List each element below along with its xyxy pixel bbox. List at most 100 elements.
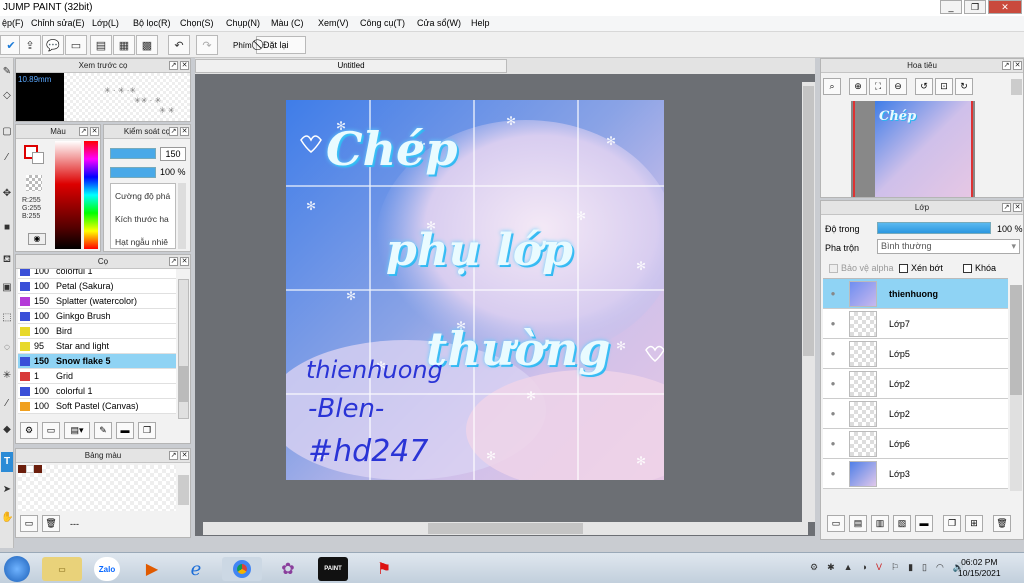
redo-button[interactable]: ↷ xyxy=(196,35,218,55)
layout-icon[interactable]: ▦ xyxy=(113,35,135,55)
undock-icon[interactable]: ↗ xyxy=(169,451,178,460)
reset-button[interactable]: ⃠ Đặt lại xyxy=(256,36,306,54)
zoom-in-icon[interactable]: ⊕ xyxy=(849,78,867,95)
panel-close-icon[interactable]: ✕ xyxy=(1013,203,1022,212)
fit-icon[interactable]: ⛶ xyxy=(869,78,887,95)
horizontal-scroll-thumb[interactable] xyxy=(428,523,583,534)
undock-icon[interactable]: ↗ xyxy=(169,257,178,266)
pen-tool-icon[interactable]: ✎ xyxy=(1,62,13,82)
magic-wand-icon[interactable]: ✳ xyxy=(1,366,13,386)
undock-icon[interactable]: ↗ xyxy=(1002,61,1011,70)
lock-checkbox[interactable]: Khóa xyxy=(963,263,996,273)
panel-close-icon[interactable]: ✕ xyxy=(180,451,189,460)
zoom-out-icon[interactable]: ⊖ xyxy=(889,78,907,95)
brush-item[interactable]: 100 Ginkgo Brush xyxy=(18,309,176,324)
undock-icon[interactable]: ↗ xyxy=(169,127,178,136)
menu-window[interactable]: Cửa sổ(W) xyxy=(417,18,461,28)
opacity-slider[interactable] xyxy=(110,167,156,178)
eyedropper-icon[interactable]: ⁄ xyxy=(1,394,13,414)
message-icon[interactable]: ▭ xyxy=(65,35,87,55)
brush-item[interactable]: 95 Star and light xyxy=(18,339,176,354)
menu-help[interactable]: Help xyxy=(471,18,490,28)
layer-visibility-icon[interactable]: ● xyxy=(823,319,843,328)
palette-new-icon[interactable]: ▭ xyxy=(20,515,38,532)
reset-view-icon[interactable]: ⊡ xyxy=(935,78,953,95)
fill-tool-icon[interactable]: ■ xyxy=(1,218,13,238)
navigator-preview[interactable]: Chép xyxy=(851,101,975,197)
grid-icon[interactable]: ▩ xyxy=(136,35,158,55)
delete-layer-icon[interactable]: 🗑 xyxy=(993,515,1011,532)
rotate-right-icon[interactable]: ↻ xyxy=(955,78,973,95)
comment-icon[interactable]: 💬 xyxy=(42,35,64,55)
lasso-tool-icon[interactable]: ◌ xyxy=(1,338,13,358)
tray-settings-icon[interactable]: ◑ xyxy=(862,562,867,573)
stamp-tool-icon[interactable]: ◆ xyxy=(1,420,13,440)
background-color-swatch[interactable] xyxy=(32,152,44,164)
layer-visibility-icon[interactable]: ● xyxy=(823,349,843,358)
brush-list-scrollbar[interactable] xyxy=(178,279,189,419)
hand-tool-icon[interactable]: ✋ xyxy=(1,508,13,528)
tray-expand-icon[interactable]: ▲ xyxy=(844,562,853,573)
layer-row[interactable]: ● Lớp6 xyxy=(823,429,1008,459)
menu-color[interactable]: Màu (C) xyxy=(271,18,304,28)
color-mode-button[interactable]: ◉ xyxy=(28,233,46,245)
panel-close-icon[interactable]: ✕ xyxy=(180,61,189,70)
brush-duplicate-icon[interactable]: ❐ xyxy=(138,422,156,439)
layer-visibility-icon[interactable]: ● xyxy=(823,439,843,448)
eraser-tool-icon[interactable]: ◇ xyxy=(1,86,13,106)
brush-item[interactable]: 1 Grid xyxy=(18,369,176,384)
text-tool-icon[interactable]: T xyxy=(1,452,13,472)
wifi-icon[interactable]: ◠ xyxy=(936,562,944,573)
internet-explorer-icon[interactable]: ℯ xyxy=(176,557,216,581)
navigator-scrollbar[interactable] xyxy=(1011,79,1022,95)
duplicate-layer-icon[interactable]: ❐ xyxy=(943,515,961,532)
vertical-scrollbar[interactable] xyxy=(802,82,815,522)
minimize-button[interactable]: _ xyxy=(940,0,962,14)
battery-icon[interactable]: ▯ xyxy=(922,562,927,573)
layer-row[interactable]: ● Lớp7 xyxy=(823,309,1008,339)
blend-mode-select[interactable]: Bình thường ▾ xyxy=(877,239,1020,254)
share-icon[interactable]: ⇪ xyxy=(19,35,41,55)
brush-item[interactable]: 100 colorful 1 xyxy=(18,384,176,399)
layer-row[interactable]: ● Lớp5 xyxy=(823,339,1008,369)
flag-icon[interactable]: ⚐ xyxy=(891,562,899,573)
menu-view[interactable]: Xem(V) xyxy=(318,18,349,28)
protect-alpha-checkbox[interactable]: Bảo vệ alpha xyxy=(829,263,894,273)
strength-label[interactable]: Cường độ phá xyxy=(111,184,175,201)
layer-scroll-thumb[interactable] xyxy=(1010,285,1022,395)
panel-close-icon[interactable]: ✕ xyxy=(180,127,189,136)
transparent-swatch[interactable] xyxy=(26,175,42,191)
zalo-app-icon[interactable]: Zalo xyxy=(94,557,120,581)
palette-swatch[interactable] xyxy=(26,465,34,473)
layer-scrollbar[interactable] xyxy=(1010,285,1022,491)
restore-button[interactable]: ❐ xyxy=(964,0,986,14)
brush-copy-menu-icon[interactable]: ▤▾ xyxy=(64,422,90,439)
artwork-canvas[interactable]: ✻ ✻ ✻ ✻ ✻ ✻ ✻ ✻ ✻ ✻ ✻ ✻ ✻ ✻ ✻ ✻ Chép phụ lớp thường … xyxy=(286,100,664,480)
new-layer-icon[interactable]: ▭ xyxy=(827,515,845,532)
layer-visibility-icon[interactable]: ● xyxy=(823,469,843,478)
layer-row[interactable]: ● Lớp2 xyxy=(823,369,1008,399)
layer-visibility-icon[interactable]: ● xyxy=(823,289,843,298)
palette-delete-icon[interactable]: 🗑 xyxy=(42,515,60,532)
clipping-checkbox[interactable]: Xén bớt xyxy=(899,263,943,273)
brush-new-icon[interactable]: ▭ xyxy=(42,422,60,439)
select-tool-icon[interactable]: ▢ xyxy=(1,122,13,142)
signal-icon[interactable]: ▮ xyxy=(908,562,913,573)
bucket-tool-icon[interactable]: ⛾ xyxy=(1,250,13,270)
layer-visibility-icon[interactable]: ● xyxy=(823,379,843,388)
close-button[interactable]: ✕ xyxy=(988,0,1022,14)
jump-paint-app-icon[interactable]: PAINT xyxy=(318,557,348,581)
panel-close-icon[interactable]: ✕ xyxy=(180,257,189,266)
menu-tools[interactable]: Công cụ(T) xyxy=(360,18,405,28)
layer-opacity-slider[interactable] xyxy=(877,222,991,234)
palette-swatch[interactable] xyxy=(18,465,26,473)
menu-capture[interactable]: Chụp(N) xyxy=(226,18,260,28)
layer-mask-icon[interactable]: ▧ xyxy=(893,515,911,532)
clock[interactable]: 06:02 PM 10/15/2021 xyxy=(958,557,1001,579)
menu-select[interactable]: Chọn(S) xyxy=(180,18,214,28)
vertical-scroll-thumb[interactable] xyxy=(803,86,814,356)
saturation-picker[interactable] xyxy=(55,141,81,249)
brush-folder-icon[interactable]: ▬ xyxy=(116,422,134,439)
copy-layer-icon[interactable]: ▥ xyxy=(871,515,889,532)
layer-folder-icon[interactable]: ▬ xyxy=(915,515,933,532)
